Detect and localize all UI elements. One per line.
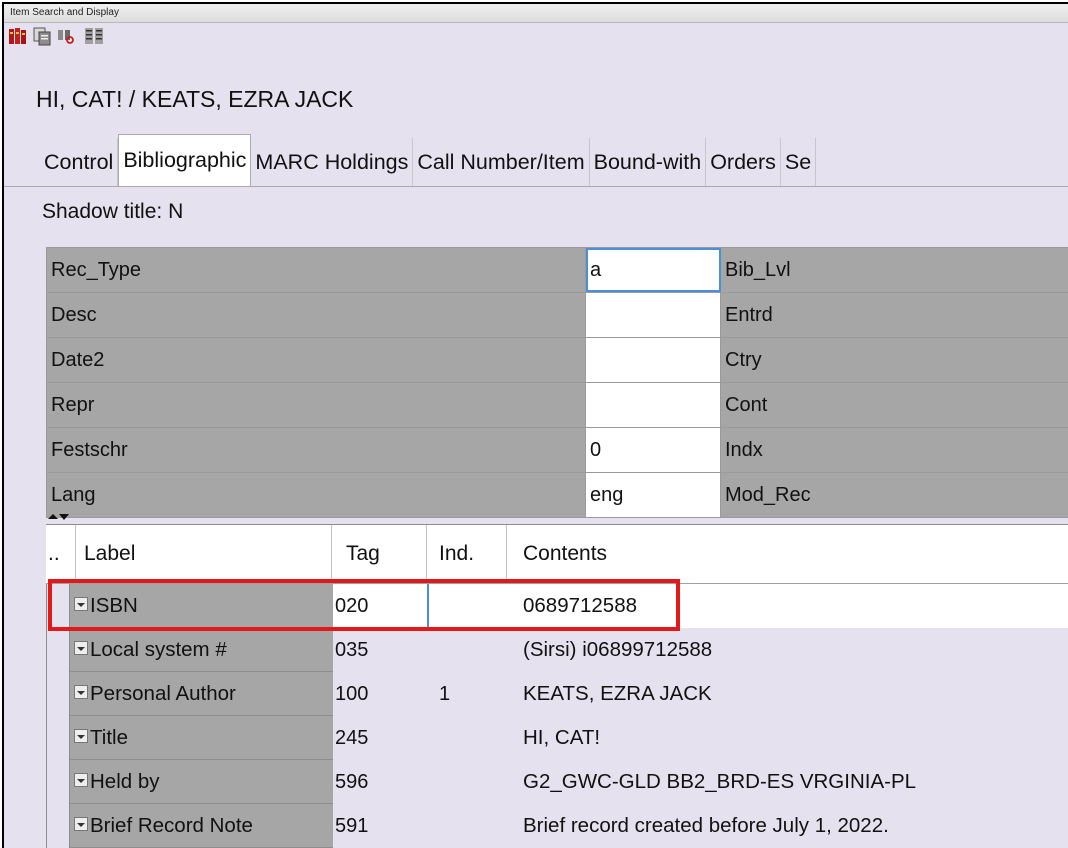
column-header-dots[interactable]: .. [46, 525, 76, 583]
field-indicator[interactable] [427, 716, 507, 760]
expand-icon[interactable] [74, 816, 88, 831]
row-selector[interactable] [46, 804, 70, 848]
field-contents[interactable]: G2_GWC-GLD BB2_BRD-ES VRGINIA-PL [507, 760, 1068, 804]
fixed-field-value[interactable] [586, 383, 721, 427]
fixed-field-label: Festschr [47, 428, 586, 472]
column-header-label[interactable]: Label [76, 525, 332, 583]
tab-orders[interactable]: Orders [706, 138, 781, 186]
fixed-field-value[interactable]: eng [586, 473, 721, 517]
fixed-field-label2: Indx [721, 428, 1068, 472]
row-selector[interactable] [46, 760, 70, 804]
shadow-title: Shadow title: N [42, 200, 184, 223]
expand-icon[interactable] [74, 640, 88, 655]
fixed-field-row: Date2 Ctry [47, 338, 1068, 383]
fixed-field-value[interactable] [586, 338, 721, 382]
fixed-field-label: Rec_Type [47, 248, 586, 292]
field-indicator[interactable] [427, 760, 507, 804]
table-row[interactable]: Held by 596 G2_GWC-GLD BB2_BRD-ES VRGINI… [46, 760, 1068, 804]
expand-icon[interactable] [74, 596, 88, 611]
tab-bound-with[interactable]: Bound-with [590, 138, 707, 186]
fixed-field-value[interactable]: a [586, 248, 721, 292]
fixed-fields-grid: Rec_Type a Bib_Lvl Desc Entrd Date2 Ctry… [46, 247, 1068, 518]
fixed-field-label2: Cont [721, 383, 1068, 427]
row-selector[interactable] [46, 672, 70, 716]
field-indicator[interactable] [427, 628, 507, 672]
record-title: HI, CAT! / KEATS, EZRA JACK [36, 86, 354, 112]
table-row[interactable]: Local system # 035 (Sirsi) i06899712588 [46, 628, 1068, 672]
tab-se[interactable]: Se [781, 138, 817, 186]
expand-icon[interactable] [74, 684, 88, 699]
field-tag[interactable]: 020 [333, 584, 427, 628]
field-contents[interactable]: HI, CAT! [507, 716, 1068, 760]
fixed-field-label: Lang [47, 473, 586, 517]
field-tag[interactable]: 035 [333, 628, 427, 672]
tab-call-number-item[interactable]: Call Number/Item [413, 138, 590, 186]
table-row[interactable]: Personal Author 100 1 KEATS, EZRA JACK [46, 672, 1068, 716]
window-titlebar: Item Search and Display [4, 4, 1068, 23]
tab-marc-holdings[interactable]: MARC Holdings [251, 138, 414, 186]
field-contents[interactable]: KEATS, EZRA JACK [507, 672, 1068, 716]
column-header-ind[interactable]: Ind. [427, 525, 507, 583]
field-label: Brief Record Note [70, 804, 333, 848]
fixed-field-label: Date2 [47, 338, 586, 382]
field-indicator[interactable] [427, 804, 507, 848]
copy-record-icon[interactable] [32, 26, 52, 46]
fixed-field-label2: Mod_Rec [721, 473, 1068, 517]
field-contents[interactable]: (Sirsi) i06899712588 [507, 628, 1068, 672]
toolbar [4, 23, 1068, 49]
field-tag[interactable]: 596 [333, 760, 427, 804]
field-contents[interactable]: 0689712588 [507, 584, 1068, 628]
fixed-field-value[interactable] [586, 293, 721, 337]
variable-fields-header: .. Label Tag Ind. Contents [46, 525, 1068, 584]
field-indicator[interactable] [427, 584, 507, 628]
fixed-field-label: Repr [47, 383, 586, 427]
row-selector[interactable] [46, 716, 70, 760]
field-tag[interactable]: 591 [333, 804, 427, 848]
tab-bibliographic[interactable]: Bibliographic [118, 134, 252, 186]
fixed-field-row: Desc Entrd [47, 293, 1068, 338]
field-label: Local system # [70, 628, 333, 672]
field-indicator[interactable]: 1 [427, 672, 507, 716]
pane-splitter-arrows-icon[interactable] [46, 512, 1068, 524]
column-header-contents[interactable]: Contents [507, 525, 1067, 583]
field-label: ISBN [70, 584, 333, 628]
library-books-icon[interactable] [8, 26, 28, 46]
row-selector[interactable] [46, 628, 70, 672]
expand-icon[interactable] [74, 772, 88, 787]
field-label: Held by [70, 760, 333, 804]
field-label: Title [70, 716, 333, 760]
fixed-field-row: Repr Cont [47, 383, 1068, 428]
fixed-field-label2: Bib_Lvl [721, 248, 1068, 292]
expand-icon[interactable] [74, 728, 88, 743]
search-items-icon[interactable] [56, 26, 76, 46]
table-row[interactable]: ISBN 020 0689712588 [46, 584, 1068, 628]
field-tag[interactable]: 100 [333, 672, 427, 716]
fixed-field-row: Rec_Type a Bib_Lvl [47, 248, 1068, 293]
variable-fields-grid: .. Label Tag Ind. Contents ISBN 020 0689… [46, 524, 1068, 848]
table-row[interactable]: Brief Record Note 591 Brief record creat… [46, 804, 1068, 848]
row-selector[interactable] [46, 584, 70, 628]
fixed-field-value[interactable]: 0 [586, 428, 721, 472]
table-row[interactable]: Title 245 HI, CAT! [46, 716, 1068, 760]
display-list-icon[interactable] [84, 26, 104, 46]
fixed-field-row: Festschr 0 Indx [47, 428, 1068, 473]
field-contents[interactable]: Brief record created before July 1, 2022… [507, 804, 1068, 848]
fixed-field-label2: Ctry [721, 338, 1068, 382]
field-label: Personal Author [70, 672, 333, 716]
tab-control[interactable]: Control [4, 138, 119, 186]
fixed-field-label: Desc [47, 293, 586, 337]
item-search-window: Item Search and Display HI, CAT! / KEATS… [2, 2, 1068, 848]
column-header-tag[interactable]: Tag [332, 525, 427, 583]
field-tag[interactable]: 245 [333, 716, 427, 760]
fixed-field-label2: Entrd [721, 293, 1068, 337]
tab-bar: Control Bibliographic MARC Holdings Call… [4, 134, 1068, 187]
